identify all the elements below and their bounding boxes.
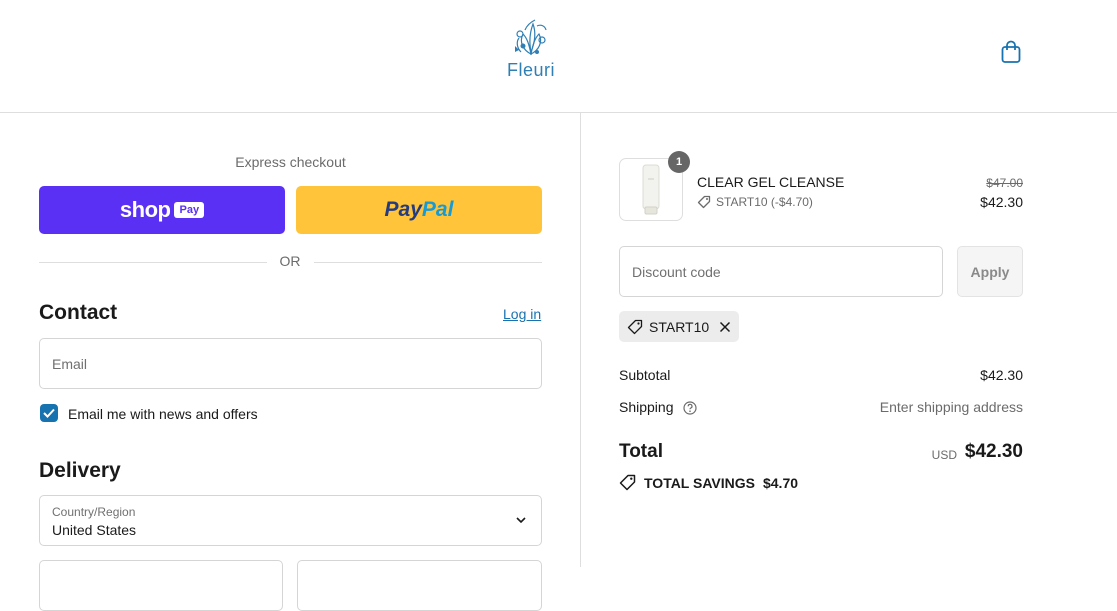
last-name-field[interactable] [297, 560, 542, 611]
flower-logo-icon [515, 19, 547, 56]
site-header: Fleuri [0, 0, 1117, 113]
order-summary: 1 CLEAR GEL CLEANSE START10 (-$4.70) $47… [581, 113, 1117, 567]
shop-pay-button[interactable]: shop Pay [39, 186, 285, 234]
shopping-bag-icon[interactable] [999, 39, 1023, 65]
shipping-row: Shipping [619, 399, 697, 415]
tag-icon [697, 195, 711, 209]
product-price: $42.30 [980, 194, 1023, 210]
newsletter-label: Email me with news and offers [68, 406, 258, 422]
express-checkout-title: Express checkout [235, 154, 346, 170]
newsletter-checkbox[interactable] [40, 404, 58, 422]
close-icon [720, 321, 731, 332]
total-savings-label: TOTAL SAVINGS [644, 474, 755, 491]
paypal-button[interactable]: PayPal [296, 186, 542, 234]
shop-pay-wordmark: shop [119, 197, 171, 222]
product-name: CLEAR GEL CLEANSE [697, 174, 845, 190]
product-discount: START10 (-$4.70) [697, 195, 813, 209]
contact-heading: Contact [39, 301, 118, 324]
first-name-field[interactable] [39, 560, 283, 611]
total-label: Total [619, 441, 663, 462]
apply-button[interactable]: Apply [957, 246, 1023, 297]
country-select-value: United States [52, 522, 137, 538]
total-savings: TOTAL SAVINGS $4.70 [619, 474, 798, 491]
quantity-badge: 1 [668, 151, 690, 173]
discount-code-input[interactable] [620, 247, 942, 296]
subtotal-label: Subtotal [619, 367, 671, 383]
checkout-form: Express checkout shop Pay PayPal OR Cont… [0, 113, 581, 611]
shipping-help-icon[interactable] [683, 401, 697, 415]
total-value: $42.30 [964, 441, 1023, 462]
email-field[interactable] [39, 338, 542, 389]
savings-tag-icon [619, 474, 636, 491]
original-price: $47.00 [986, 176, 1023, 190]
total-savings-value: $4.70 [762, 474, 799, 491]
delivery-heading: Delivery [39, 459, 121, 482]
chevron-down-icon [516, 517, 526, 524]
or-label: OR [279, 253, 301, 269]
brand-logo[interactable]: Fleuri [500, 16, 562, 88]
product-discount-text: START10 (-$4.70) [716, 195, 813, 209]
country-select-label: Country/Region [52, 505, 136, 519]
discount-code-field[interactable] [619, 246, 943, 297]
subtotal-value: $42.30 [980, 367, 1023, 383]
email-input[interactable] [40, 339, 541, 388]
divider-line-left [39, 262, 267, 263]
paypal-wordmark: PayPal [385, 198, 454, 222]
checkmark-icon [43, 408, 55, 418]
brand-name: Fleuri [506, 60, 555, 80]
shipping-value: Enter shipping address [879, 399, 1023, 415]
paypal-wordmark-pal: Pal [421, 198, 454, 221]
divider-line-right [314, 262, 542, 263]
tag-icon [627, 319, 643, 334]
applied-discount-code: START10 [649, 318, 710, 335]
remove-discount-button[interactable] [719, 321, 731, 333]
shipping-label: Shipping [619, 399, 674, 415]
country-select[interactable]: Country/Region United States [39, 495, 542, 546]
applied-discount-chip: START10 [619, 311, 740, 342]
total-currency: USD [931, 448, 957, 462]
shop-pay-badge: Pay [174, 202, 205, 218]
login-link[interactable]: Log in [503, 306, 541, 322]
or-divider: OR [39, 253, 542, 271]
paypal-wordmark-pay: Pay [384, 198, 422, 221]
